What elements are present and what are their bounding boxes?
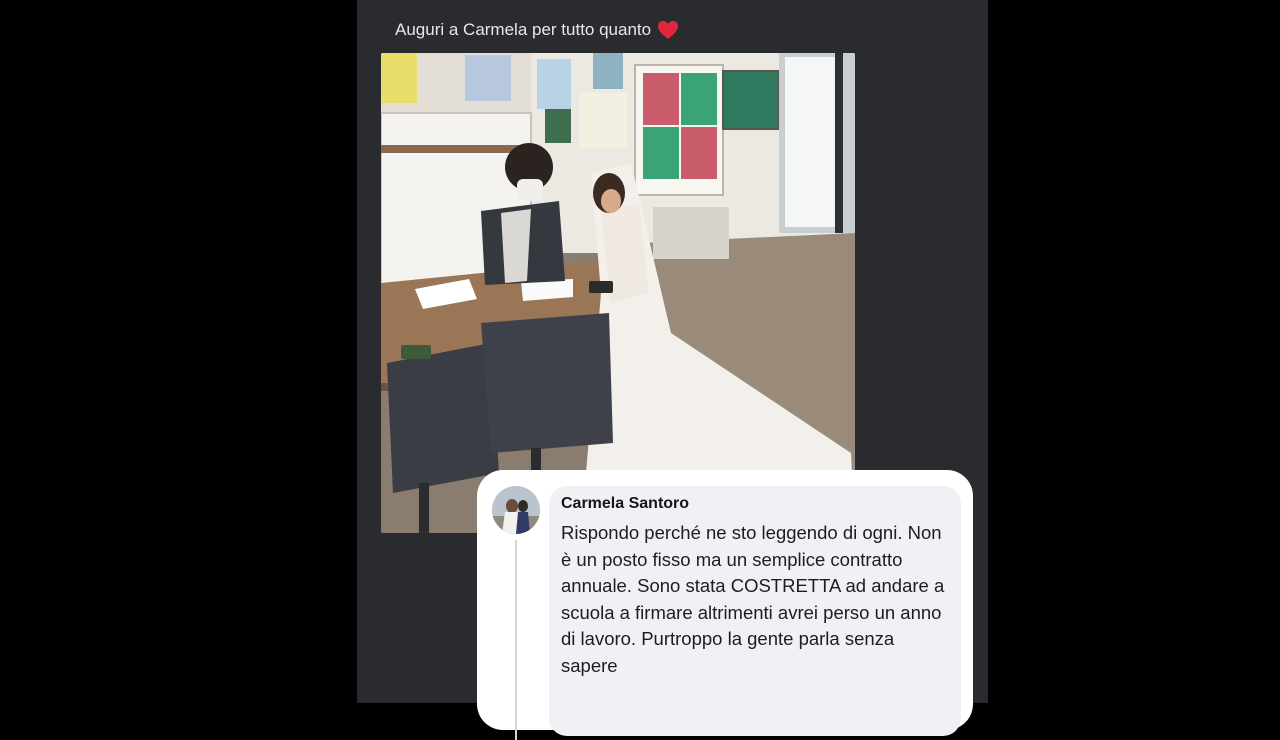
post-photo[interactable]: [381, 53, 855, 533]
post-caption-text: Auguri a Carmela per tutto quanto: [395, 20, 652, 39]
avatar-icon[interactable]: [492, 486, 540, 534]
thread-line: [515, 540, 517, 740]
heart-emoji-icon: [657, 20, 679, 40]
post-caption: Auguri a Carmela per tutto quanto: [395, 20, 679, 40]
comment-author[interactable]: Carmela Santoro: [561, 495, 689, 513]
comment-text: Rispondo perché ne sto leggendo di ogni.…: [561, 522, 945, 676]
comment-bubble: Carmela Santoro Rispondo perché ne sto l…: [549, 486, 961, 736]
comment-card: Carmela Santoro Rispondo perché ne sto l…: [477, 470, 973, 740]
